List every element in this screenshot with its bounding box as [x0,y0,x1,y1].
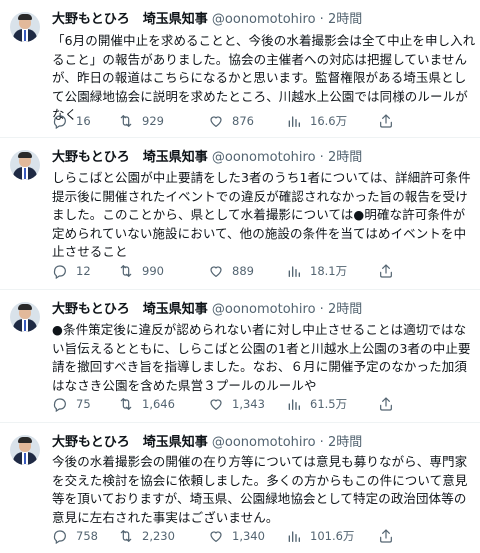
like-button[interactable]: 1,340 [208,526,265,546]
author-handle[interactable]: @oonomotohiro [212,435,316,450]
separator-dot: · [319,302,324,317]
tweet-text: しらこばと公園が中止要請をした3者のうち1者については、詳細許可条件提示後に開催… [52,170,471,259]
author-handle[interactable]: @oonomotohiro [212,302,316,317]
tweet-actions: 12 990 889 18.1万 [52,261,472,281]
avatar[interactable] [10,302,40,332]
like-count: 889 [232,264,254,278]
share-icon [380,114,392,128]
author-name[interactable]: 大野もとひろ 埼玉県知事 [52,302,208,317]
views-icon [288,399,300,410]
author-name[interactable]: 大野もとひろ 埼玉県知事 [52,150,208,165]
retweet-count: 1,646 [142,397,175,411]
author-handle[interactable]: @oonomotohiro [212,12,316,27]
tweet-text: ●条件策定後に違反が認められない者に対し中止させることは適切ではない旨伝えるとと… [52,322,471,393]
retweet-icon [120,115,132,127]
author-name[interactable]: 大野もとひろ 埼玉県知事 [52,12,208,27]
share-button[interactable] [378,261,402,281]
views-icon [288,531,300,542]
share-button[interactable] [378,526,402,546]
reply-button[interactable]: 12 [52,261,91,281]
share-icon [380,397,392,411]
tweet[interactable]: 大野もとひろ 埼玉県知事 @oonomotohiro · 2時間 今後の水着撮影… [0,423,480,553]
tweet-header: 大野もとひろ 埼玉県知事 @oonomotohiro · 2時間 [52,434,362,452]
retweet-icon [120,398,132,410]
tweet-actions: 16 929 876 16.6万 [52,111,472,131]
avatar[interactable] [10,12,40,42]
retweet-icon [120,265,132,277]
tweet-header: 大野もとひろ 埼玉県知事 @oonomotohiro · 2時間 [52,301,362,319]
like-button[interactable]: 876 [208,111,254,131]
reply-count: 758 [76,529,98,543]
avatar[interactable] [10,150,40,180]
tweet-feed: 大野もとひろ 埼玉県知事 @oonomotohiro · 2時間 「6月の開催中… [0,0,480,553]
views-button[interactable]: 18.1万 [286,261,347,281]
reply-icon [53,115,66,129]
tweet-actions: 75 1,646 1,343 61.5万 [52,394,472,414]
retweet-icon [120,530,132,542]
retweet-button[interactable]: 2,230 [118,526,175,546]
views-button[interactable]: 101.6万 [286,526,354,546]
timestamp[interactable]: 2時間 [328,150,362,165]
timestamp[interactable]: 2時間 [328,435,362,450]
separator-dot: · [319,435,324,450]
heart-icon [210,266,222,277]
timestamp[interactable]: 2時間 [328,302,362,317]
reply-button[interactable]: 75 [52,394,91,414]
share-button[interactable] [378,111,402,131]
heart-icon [210,531,222,542]
reply-count: 16 [76,114,91,128]
view-count: 101.6万 [310,529,355,543]
reply-count: 12 [76,264,91,278]
views-icon [288,266,300,277]
tweet-actions: 758 2,230 1,340 101.6万 [52,526,472,546]
reply-count: 75 [76,397,91,411]
reply-icon [53,530,66,544]
tweet-text: 今後の水着撮影会の開催の在り方等については意見も募りながら、専門家を交えた検討を… [52,454,468,525]
like-button[interactable]: 1,343 [208,394,265,414]
tweet[interactable]: 大野もとひろ 埼玉県知事 @oonomotohiro · 2時間 しらこばと公園… [0,138,480,290]
reply-icon [53,398,66,412]
tweet[interactable]: 大野もとひろ 埼玉県知事 @oonomotohiro · 2時間 ●条件策定後に… [0,290,480,423]
heart-icon [210,116,222,127]
share-icon [380,529,392,543]
tweet-header: 大野もとひろ 埼玉県知事 @oonomotohiro · 2時間 [52,11,362,29]
separator-dot: · [319,150,324,165]
heart-icon [210,399,222,410]
retweet-count: 2,230 [142,529,175,543]
views-button[interactable]: 61.5万 [286,394,347,414]
author-name[interactable]: 大野もとひろ 埼玉県知事 [52,435,208,450]
share-button[interactable] [378,394,402,414]
reply-button[interactable]: 758 [52,526,98,546]
like-button[interactable]: 889 [208,261,254,281]
author-handle[interactable]: @oonomotohiro [212,150,316,165]
reply-button[interactable]: 16 [52,111,91,131]
like-count: 876 [232,114,254,128]
reply-icon [53,265,66,279]
views-button[interactable]: 16.6万 [286,111,347,131]
retweet-count: 929 [142,114,164,128]
retweet-button[interactable]: 1,646 [118,394,175,414]
timestamp[interactable]: 2時間 [328,12,362,27]
like-count: 1,340 [232,529,265,543]
views-icon [288,116,300,127]
separator-dot: · [319,12,324,27]
like-count: 1,343 [232,397,265,411]
retweet-button[interactable]: 929 [118,111,164,131]
view-count: 18.1万 [310,264,348,278]
view-count: 16.6万 [310,114,348,128]
view-count: 61.5万 [310,397,348,411]
retweet-button[interactable]: 990 [118,261,164,281]
tweet[interactable]: 大野もとひろ 埼玉県知事 @oonomotohiro · 2時間 「6月の開催中… [0,0,480,138]
share-icon [380,264,392,278]
avatar[interactable] [10,435,40,465]
tweet-header: 大野もとひろ 埼玉県知事 @oonomotohiro · 2時間 [52,149,362,167]
retweet-count: 990 [142,264,164,278]
